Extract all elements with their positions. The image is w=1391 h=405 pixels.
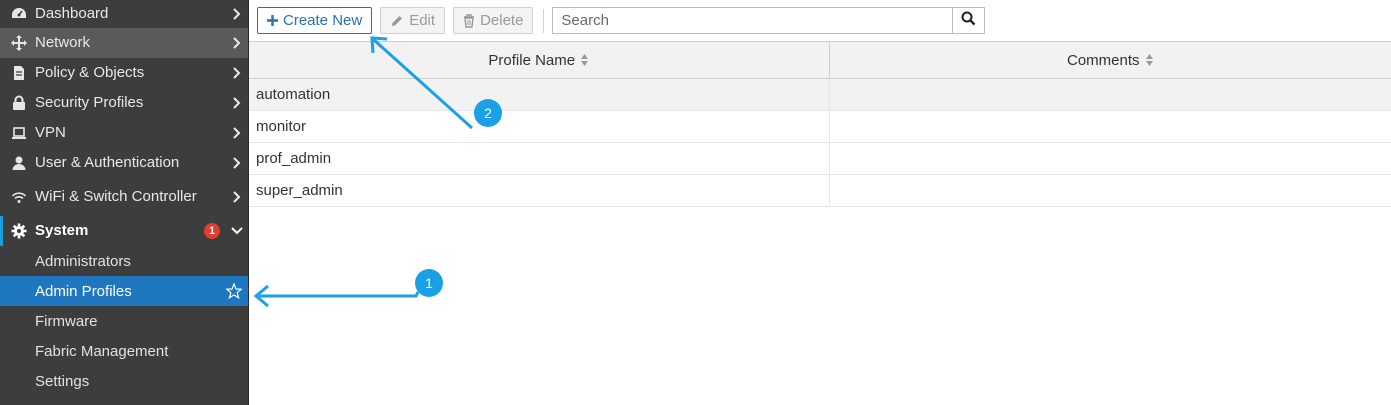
sidebar-item-label: VPN [35, 124, 66, 141]
sort-icon [580, 53, 589, 67]
sidebar-subitem-administrators[interactable]: Administrators [0, 246, 248, 276]
sidebar-subitem-label: Administrators [35, 252, 131, 270]
column-header-profile-name[interactable]: Profile Name [249, 41, 829, 79]
main-content: Create New Edit Delete Search Profile Na… [249, 0, 1391, 405]
sidebar-subitem-label: Admin Profiles [35, 282, 132, 300]
pencil-icon [390, 14, 404, 28]
policy-icon [10, 64, 28, 82]
table-row[interactable]: monitor [249, 110, 1391, 143]
sidebar-item-label: Network [35, 34, 91, 51]
column-header-label: Comments [1066, 51, 1140, 69]
profile-name-cell: prof_admin [249, 142, 829, 175]
laptop-icon [10, 124, 28, 142]
trash-icon [463, 13, 475, 28]
sidebar-item-label: WiFi & Switch Controller [35, 188, 197, 205]
toolbar-divider [543, 8, 545, 33]
sidebar-item-network[interactable]: Network [0, 28, 248, 58]
column-header-label: Profile Name [488, 51, 576, 69]
sidebar-item-label: User & Authentication [35, 154, 180, 171]
search-icon [961, 11, 976, 30]
chevron-down-icon [226, 226, 248, 236]
sidebar-item-vpn[interactable]: VPN [0, 118, 248, 148]
table-row[interactable]: prof_admin [249, 142, 1391, 175]
delete-button[interactable]: Delete [453, 7, 534, 34]
user-icon [10, 154, 28, 172]
sidebar-item-label: Dashboard [35, 5, 109, 22]
chevron-right-icon [226, 8, 248, 20]
sidebar-item-policy-objects[interactable]: Policy & Objects [0, 58, 248, 88]
profile-name-cell: automation [249, 78, 829, 111]
profile-name-cell: super_admin [249, 174, 829, 207]
callout-badge-1: 1 [415, 269, 443, 297]
dashboard-icon [10, 5, 28, 23]
table-header-row: Profile Name Comments [249, 41, 1391, 79]
chevron-right-icon [226, 37, 248, 49]
edit-label: Edit [409, 12, 436, 29]
comments-cell [828, 78, 1391, 111]
network-icon [10, 34, 28, 52]
sidebar-item-label: System [35, 222, 89, 239]
toolbar: Create New Edit Delete [249, 0, 1391, 41]
lock-icon [10, 94, 28, 112]
comments-cell [828, 142, 1391, 175]
comments-cell [828, 110, 1391, 143]
sidebar-subitem-label: Firmware [35, 312, 98, 330]
sidebar: Dashboard Network Policy & Objects Secur… [0, 0, 249, 405]
table-row[interactable]: super_admin [249, 174, 1391, 207]
search-input[interactable] [552, 7, 953, 34]
sidebar-item-dashboard[interactable]: Dashboard [0, 0, 248, 28]
chevron-right-icon [226, 127, 248, 139]
plus-icon [267, 15, 278, 26]
callout-badge-2: 2 [474, 99, 502, 127]
sort-icon [1145, 53, 1154, 67]
sidebar-item-label: Policy & Objects [35, 64, 145, 81]
gear-icon [10, 222, 28, 240]
column-header-comments[interactable]: Comments [828, 41, 1391, 79]
chevron-right-icon [226, 157, 248, 169]
chevron-right-icon [226, 67, 248, 79]
sidebar-subitem-label: Fabric Management [35, 342, 169, 360]
edit-button[interactable]: Edit [380, 7, 446, 34]
comments-cell [828, 174, 1391, 207]
sidebar-item-user-authentication[interactable]: User & Authentication [0, 148, 248, 178]
sidebar-subitem-firmware[interactable]: Firmware [0, 306, 248, 336]
chevron-right-icon [226, 191, 248, 203]
sidebar-subitem-settings[interactable]: Settings [0, 366, 248, 396]
star-icon[interactable] [220, 283, 248, 299]
wifi-icon [10, 188, 28, 206]
create-new-label: Create New [283, 12, 363, 29]
profiles-table: Profile Name Comments automation monitor… [249, 41, 1391, 207]
notification-badge: 1 [204, 223, 220, 239]
create-new-button[interactable]: Create New [257, 7, 373, 34]
sidebar-subitem-fabric-management[interactable]: Fabric Management [0, 336, 248, 366]
sidebar-item-wifi-switch-controller[interactable]: WiFi & Switch Controller [0, 178, 248, 216]
table-row[interactable]: automation [249, 78, 1391, 111]
sidebar-item-label: Security Profiles [35, 94, 144, 111]
sidebar-subitem-admin-profiles[interactable]: Admin Profiles [0, 276, 248, 306]
profile-name-cell: monitor [249, 110, 829, 143]
sidebar-item-system[interactable]: System 1 [0, 216, 248, 246]
sidebar-subitem-label: Settings [35, 372, 90, 390]
sidebar-item-security-profiles[interactable]: Security Profiles [0, 88, 248, 118]
delete-label: Delete [480, 12, 524, 29]
chevron-right-icon [226, 97, 248, 109]
search-box [552, 7, 986, 34]
search-button[interactable] [952, 7, 986, 34]
